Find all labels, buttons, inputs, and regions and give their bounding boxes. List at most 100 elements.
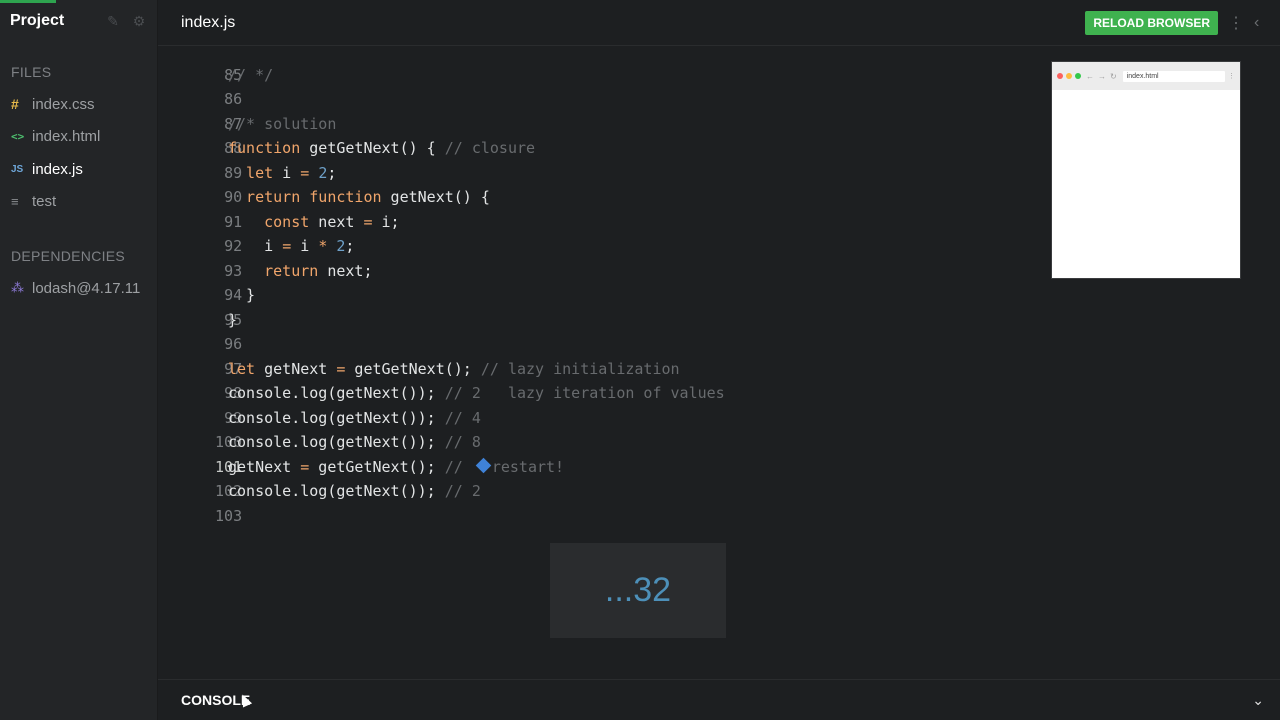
editor-header: index.js RELOAD BROWSER ⋮ ‹	[158, 0, 1280, 46]
code-line: 97	[158, 332, 242, 378]
code-number: 2	[318, 163, 328, 182]
code-line: 95 }	[158, 283, 255, 329]
code-line: 91 return function getNext() {	[158, 185, 490, 231]
code-line: 93 i = i * 2;	[158, 234, 354, 280]
code-text: return next;	[228, 259, 373, 284]
pencil-icon[interactable]: ✎	[105, 13, 121, 30]
preview-url-bar: index.html	[1122, 70, 1225, 82]
code-line: 89 function getGetNext() { // closure	[158, 136, 535, 182]
code-comment: // 2	[444, 482, 481, 500]
code-line: 85	[158, 47, 242, 84]
preview-toolbar: ← → ↻ index.html ⋮	[1052, 62, 1240, 90]
file-item-index-css[interactable]: # index.css	[0, 88, 157, 121]
code-text: const next = i;	[228, 210, 399, 235]
maximize-dot-icon	[1075, 73, 1081, 79]
file-label: index.js	[32, 160, 83, 178]
code-text: console.log(getNext()); // 2 lazy iterat…	[228, 381, 725, 406]
file-item-index-js[interactable]: JS index.js	[0, 153, 157, 186]
code-comment: // 2 lazy iteration of values	[444, 384, 725, 402]
code-operator: =	[363, 212, 373, 231]
close-dot-icon	[1057, 73, 1063, 79]
code-token: console.log(getNext());	[228, 384, 445, 402]
dependencies-section-label: DEPENDENCIES	[11, 248, 126, 264]
code-comment: // */	[228, 65, 274, 84]
code-line: 94 return next;	[158, 259, 372, 305]
code-text: function getGetNext() { // closure	[228, 136, 535, 161]
file-item-index-html[interactable]: <> index.html	[0, 121, 157, 154]
code-line: 90 let i = 2;	[158, 161, 336, 207]
code-line: 100 console.log(getNext()); // 4	[158, 406, 481, 452]
code-text: console.log(getNext()); // 4	[228, 406, 481, 431]
back-arrow-icon: ←	[1086, 71, 1094, 81]
console-panel-header[interactable]: CONSOLE ⌄	[158, 679, 1280, 720]
code-keyword: let	[228, 163, 274, 182]
files-section-label: FILES	[11, 64, 52, 80]
code-line: 99 console.log(getNext()); // 2 lazy ite…	[158, 381, 725, 427]
code-operator: =	[282, 237, 292, 255]
code-keyword: return function	[228, 188, 382, 206]
overlay-value: ...32	[604, 571, 672, 609]
code-token: i	[273, 163, 301, 182]
console-label: CONSOLE	[181, 692, 251, 708]
code-token: console.log(getNext());	[228, 408, 445, 427]
code-token: getGetNext() {	[300, 139, 445, 157]
file-label: index.css	[32, 95, 95, 113]
code-token: i	[228, 237, 283, 255]
reload-browser-button[interactable]: RELOAD BROWSER	[1085, 10, 1218, 35]
chevron-left-icon[interactable]: ‹	[1254, 14, 1268, 32]
code-operator: =	[300, 163, 310, 182]
code-token: ;	[327, 163, 337, 182]
code-comment: //	[444, 457, 472, 476]
refresh-icon: ↻	[1110, 71, 1117, 81]
code-line: 98 let getNext = getGetNext(); // lazy i…	[158, 357, 680, 403]
css-file-icon: #	[11, 96, 19, 113]
current-file-title: index.js	[181, 13, 236, 31]
code-keyword: return	[228, 261, 319, 280]
code-token: next;	[318, 261, 373, 280]
code-line: 103 console.log(getNext()); // 2	[158, 479, 481, 525]
code-token: getGetNext();	[309, 457, 445, 476]
code-token: next	[309, 212, 364, 231]
code-comment: // 8	[444, 433, 481, 451]
code-keyword: let	[228, 359, 256, 378]
html-file-icon: <>	[11, 130, 25, 144]
file-item-test[interactable]: ≡ test	[0, 186, 157, 219]
chevron-down-icon[interactable]: ⌄	[1252, 692, 1264, 709]
code-operator: =	[300, 457, 310, 476]
code-text: console.log(getNext()); // 8	[228, 430, 481, 455]
code-comment: //* solution	[228, 114, 337, 133]
gear-icon[interactable]: ⚙	[131, 13, 147, 30]
code-operator: *	[318, 237, 328, 255]
code-comment: // 4	[444, 408, 481, 427]
code-line: 101 console.log(getNext()); // 8	[158, 430, 481, 476]
code-token: getNext	[228, 457, 301, 476]
line-number: 103	[215, 506, 243, 525]
code-token: getNext	[255, 359, 337, 378]
code-line: 102 getNext = getGetNext(); // restart!	[158, 455, 564, 500]
code-text: let i = 2;	[228, 161, 336, 186]
code-text: let getNext = getGetNext(); // lazy init…	[228, 357, 680, 382]
sidebar-header: Project ✎ ⚙	[0, 0, 157, 42]
sidebar: Project ✎ ⚙ FILES # index.css <> index.h…	[0, 0, 158, 720]
code-token: getNext() {	[381, 188, 490, 206]
code-text: console.log(getNext()); // 2	[228, 479, 481, 504]
package-icon: ⁂	[11, 280, 24, 296]
file-label: index.html	[32, 128, 101, 146]
kebab-icon: ⋮	[1228, 73, 1235, 80]
browser-preview[interactable]: ← → ↻ index.html ⋮	[1051, 61, 1241, 279]
code-text: getNext = getGetNext(); // restart!	[228, 455, 564, 480]
code-token: ;	[345, 237, 355, 255]
dependency-item-lodash[interactable]: ⁂ lodash@4.17.11	[0, 272, 157, 305]
code-text: i = i * 2;	[228, 234, 354, 259]
code-line: 88 //* solution	[158, 112, 336, 158]
project-title: Project	[10, 12, 65, 29]
code-line: 87	[158, 87, 242, 133]
code-keyword: const	[228, 212, 310, 231]
minimize-dot-icon	[1066, 73, 1072, 79]
kebab-icon[interactable]: ⋮	[1228, 13, 1244, 33]
code-text: return function getNext() {	[228, 185, 490, 210]
code-line: 96 }	[158, 308, 242, 354]
code-line: 92 const next = i;	[158, 210, 400, 256]
file-label: test	[32, 193, 57, 211]
